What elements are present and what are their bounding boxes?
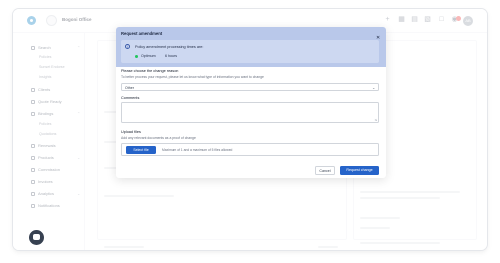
request-change-button[interactable]: Request change bbox=[340, 166, 379, 175]
change-reason-value: Other bbox=[125, 85, 134, 90]
upload-label: Upload files bbox=[121, 130, 141, 134]
modal-header: Request amendment ✕ i Policy amendment p… bbox=[116, 27, 386, 67]
cancel-button[interactable]: Cancel bbox=[315, 166, 335, 175]
resize-handle-icon[interactable]: ⇲ bbox=[374, 118, 377, 122]
comments-label: Comments bbox=[121, 96, 140, 100]
request-amendment-modal: Request amendment ✕ i Policy amendment p… bbox=[116, 27, 386, 178]
status-dot-icon bbox=[135, 55, 138, 58]
reason-label: Please choose the change reason bbox=[121, 69, 179, 73]
change-reason-select[interactable]: Other ⌄ bbox=[121, 83, 379, 91]
upload-help: Add any relevant documents as a proof of… bbox=[121, 136, 196, 140]
processing-times-info: i Policy amendment processing times are:… bbox=[121, 40, 379, 63]
chat-launcher-button[interactable] bbox=[29, 230, 44, 245]
upload-note: Maximum of 1 and a maximum of 5 files al… bbox=[162, 148, 233, 152]
info-text: Policy amendment processing times are: bbox=[135, 45, 204, 49]
file-upload-area[interactable]: Select file Maximum of 1 and a maximum o… bbox=[121, 143, 379, 156]
modal-title: Request amendment bbox=[121, 31, 163, 36]
option-label: Optimum bbox=[141, 54, 156, 58]
reason-help: To better process your request, please l… bbox=[121, 75, 264, 79]
chevron-down-icon[interactable]: ⌄ bbox=[372, 85, 375, 90]
comments-textarea[interactable]: ⇲ bbox=[121, 102, 379, 123]
select-file-button[interactable]: Select file bbox=[126, 146, 156, 154]
info-icon: i bbox=[125, 44, 130, 49]
option-value: 6 hours bbox=[165, 54, 177, 58]
